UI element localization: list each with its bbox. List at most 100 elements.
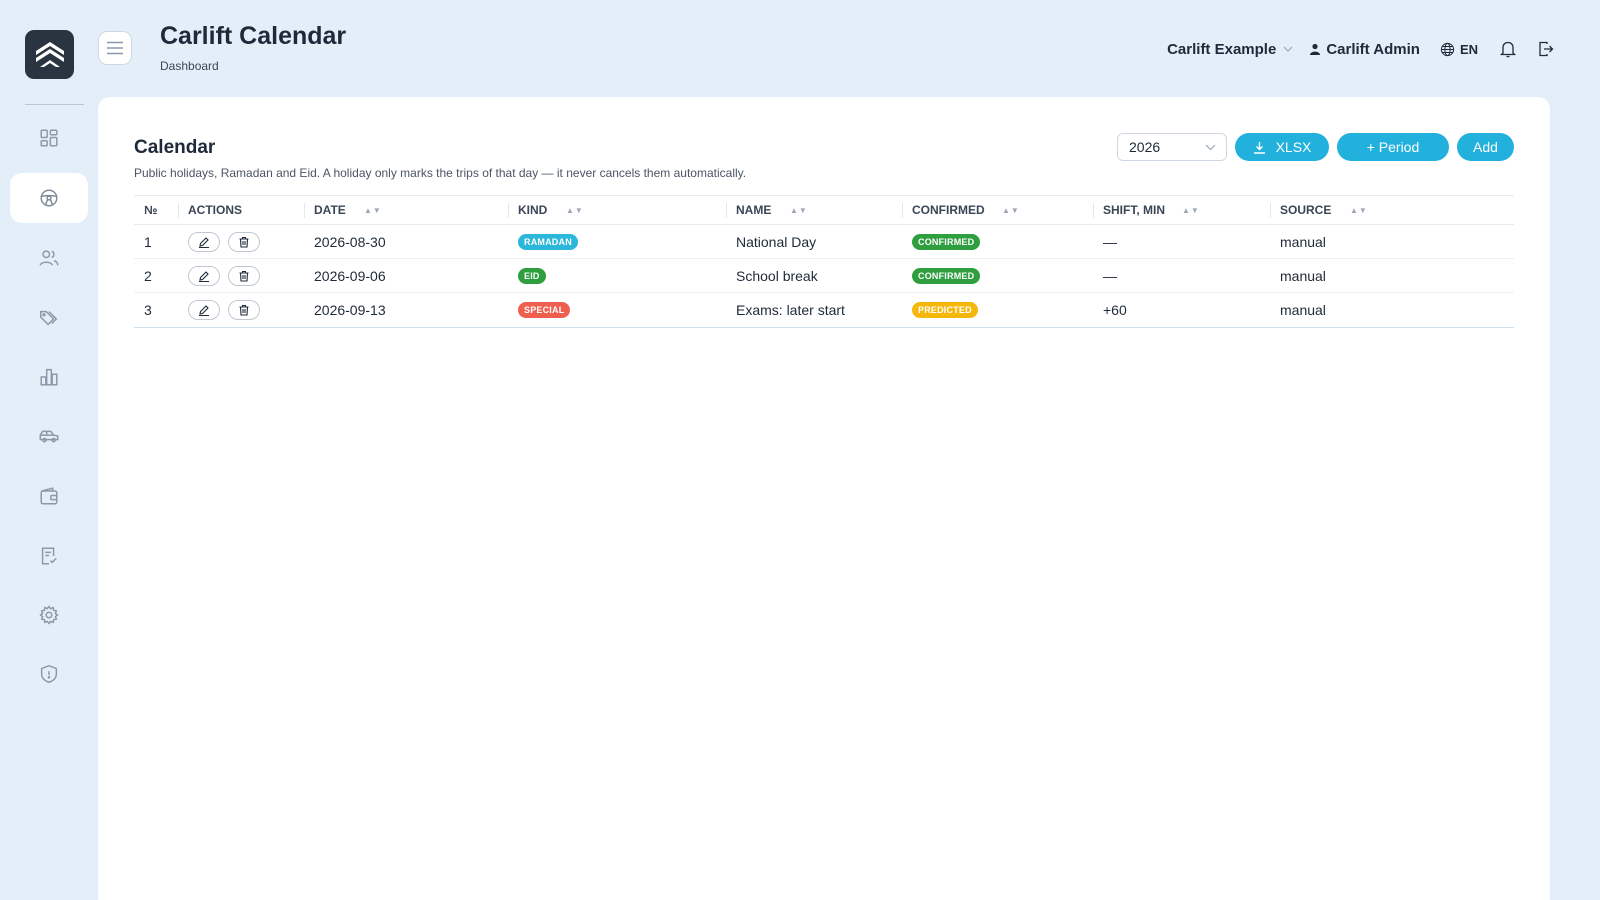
- chevron-down-icon: [1205, 144, 1216, 150]
- row-name: Exams: later start: [736, 302, 845, 318]
- kind-badge: EID: [518, 267, 546, 284]
- row-kind: SPECIAL: [508, 293, 726, 327]
- logout-button[interactable]: [1538, 41, 1554, 57]
- row-shift: —: [1103, 233, 1117, 250]
- row-source: manual: [1280, 233, 1326, 250]
- card-subtitle: Public holidays, Ramadan and Eid. A holi…: [134, 166, 747, 180]
- column-label: SHIFT, MIN: [1103, 203, 1165, 217]
- chevron-down-icon: [1283, 46, 1293, 52]
- trash-icon: [239, 270, 249, 282]
- trash-icon: [239, 236, 249, 248]
- user-icon: [1310, 43, 1321, 55]
- delete-button[interactable]: [228, 300, 260, 320]
- row-date: 2026-09-06: [314, 267, 386, 284]
- row-source: manual: [1280, 267, 1326, 284]
- sort-icon[interactable]: ▲▼: [1182, 206, 1200, 215]
- dashboard-icon: [40, 129, 58, 147]
- row-kind: EID: [508, 259, 726, 293]
- sidebar-item-tags[interactable]: [10, 293, 88, 343]
- edit-button[interactable]: [188, 265, 220, 286]
- column-header-source[interactable]: SOURCE ▲▼: [1270, 196, 1514, 225]
- gear-icon: [39, 605, 59, 625]
- sidebar-item-vehicles[interactable]: [10, 411, 88, 461]
- row-actions: [178, 293, 304, 327]
- column-label: ACTIONS: [188, 203, 242, 217]
- language-switcher[interactable]: EN: [1440, 42, 1478, 57]
- add-button[interactable]: Add: [1457, 133, 1514, 161]
- row-date: 2026-08-30: [314, 233, 386, 250]
- user-menu[interactable]: Carlift Admin: [1309, 41, 1420, 58]
- edit-button[interactable]: [188, 300, 220, 320]
- row-actions: [178, 225, 304, 259]
- bell-icon: [1500, 41, 1516, 58]
- sidebar-item-dashboard[interactable]: [10, 113, 88, 163]
- column-label: SOURCE: [1280, 203, 1332, 217]
- table-row: 3 2026-09-13 SPECIAL Exams: later start …: [134, 293, 1514, 327]
- notifications-button[interactable]: [1500, 40, 1516, 58]
- status-badge: CONFIRMED: [912, 267, 981, 284]
- steering-wheel-icon: [40, 189, 58, 207]
- globe-icon: [1440, 42, 1455, 56]
- bar-chart-icon: [40, 368, 58, 386]
- column-header-kind[interactable]: KIND ▲▼: [508, 196, 726, 225]
- sidebar-item-calendar[interactable]: [10, 173, 88, 223]
- sort-icon[interactable]: ▲▼: [1350, 206, 1368, 215]
- column-header-date[interactable]: DATE ▲▼: [304, 196, 508, 225]
- menu-toggle-button[interactable]: [98, 31, 132, 65]
- row-number: 2: [144, 267, 152, 284]
- year-value: 2026: [1129, 139, 1161, 155]
- sidebar-item-users[interactable]: [10, 233, 88, 283]
- wallet-icon: [40, 487, 58, 505]
- calendar-table: № ACTIONS DATE ▲▼ KIND ▲▼ NAME ▲▼ CONFIRMED…: [134, 195, 1514, 328]
- pencil-icon: [199, 236, 209, 248]
- row-name: National Day: [736, 233, 817, 250]
- users-icon: [39, 250, 59, 266]
- logo-icon: [35, 41, 64, 67]
- sidebar-item-tasks[interactable]: [10, 531, 88, 581]
- org-name: Carlift Example: [1167, 40, 1277, 58]
- add-period-button[interactable]: + Period: [1337, 133, 1449, 161]
- logout-icon: [1539, 41, 1554, 57]
- header-actions: Carlift Example Carlift Admin EN: [1167, 38, 1554, 60]
- sidebar-item-wallet[interactable]: [10, 471, 88, 521]
- row-source: manual: [1280, 302, 1326, 318]
- year-select[interactable]: 2026: [1117, 133, 1227, 161]
- delete-button[interactable]: [228, 231, 260, 252]
- org-switcher[interactable]: Carlift Example: [1167, 41, 1293, 58]
- car-icon: [39, 430, 59, 443]
- row-shift: —: [1103, 267, 1117, 284]
- status-badge: CONFIRMED: [912, 233, 981, 250]
- sort-icon[interactable]: ▲▼: [1002, 206, 1020, 215]
- sidebar-divider: [25, 104, 84, 105]
- column-label: №: [144, 203, 158, 217]
- column-label: CONFIRMED: [912, 203, 985, 217]
- column-header-name[interactable]: NAME ▲▼: [726, 196, 902, 225]
- sort-icon[interactable]: ▲▼: [790, 206, 808, 215]
- status-badge: PREDICTED: [912, 302, 978, 318]
- column-header-number: №: [134, 196, 178, 225]
- column-header-confirmed[interactable]: CONFIRMED ▲▼: [902, 196, 1093, 225]
- toolbar: 2026 XLSX + Period Add: [1117, 133, 1514, 161]
- hamburger-icon: [107, 41, 123, 55]
- sort-icon[interactable]: ▲▼: [566, 206, 584, 215]
- table-row: 1 2026-08-30 RAMADAN National Day CONFIR…: [134, 225, 1514, 259]
- sidebar-item-settings[interactable]: [10, 590, 88, 640]
- row-confirmed: CONFIRMED: [902, 259, 1093, 293]
- edit-button[interactable]: [188, 231, 220, 252]
- breadcrumb[interactable]: Dashboard: [160, 59, 219, 73]
- column-header-shift[interactable]: SHIFT, MIN ▲▼: [1093, 196, 1270, 225]
- app-logo[interactable]: [25, 30, 74, 79]
- download-icon: [1253, 141, 1265, 154]
- row-number: 1: [144, 233, 152, 250]
- page-title: Carlift Calendar: [160, 22, 347, 50]
- column-label: KIND: [518, 203, 548, 217]
- delete-button[interactable]: [228, 265, 260, 286]
- sidebar-item-security[interactable]: [10, 649, 88, 699]
- checklist-icon: [41, 547, 57, 565]
- sidebar-item-reports[interactable]: [10, 352, 88, 402]
- kind-badge: SPECIAL: [518, 302, 571, 318]
- user-name: Carlift Admin: [1326, 40, 1420, 58]
- pencil-icon: [199, 270, 209, 282]
- export-xlsx-button[interactable]: XLSX: [1235, 133, 1329, 161]
- sort-icon[interactable]: ▲▼: [364, 206, 382, 215]
